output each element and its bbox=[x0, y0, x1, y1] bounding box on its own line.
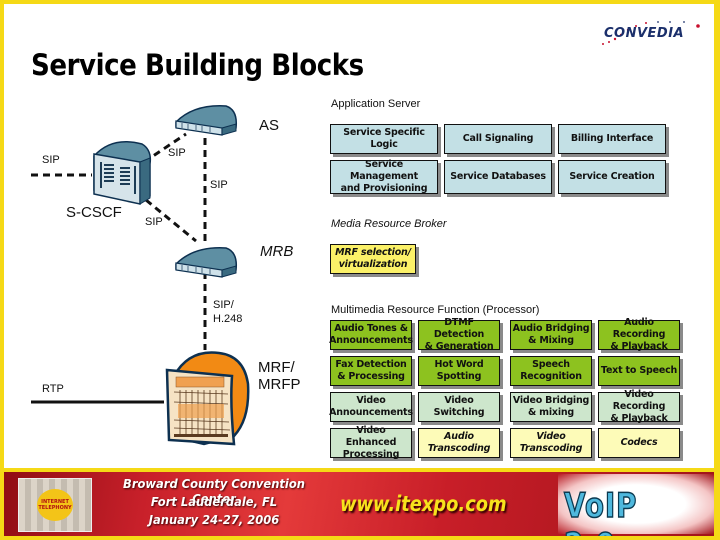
node-label-scscf: S-CSCF bbox=[66, 204, 122, 221]
mrf-box-text-to-speech: Text to Speech bbox=[598, 356, 680, 386]
mrf-box-audio-tones-announcements: Audio Tones & Announcements bbox=[329, 320, 413, 350]
link-label-rtp: RTP bbox=[42, 383, 64, 395]
link-label-sip-external: SIP bbox=[42, 154, 60, 166]
mrf-box-speech-recognition: Speech Recognition bbox=[510, 356, 592, 386]
mrf-box-audio-transcoding: Audio Transcoding bbox=[418, 428, 500, 458]
scscf-server-icon bbox=[93, 141, 152, 205]
mrf-box-video-recording-playback: Video Recording & Playback bbox=[598, 389, 680, 424]
mrb-heading: Media Resource Broker bbox=[331, 218, 447, 230]
mrf-box-audio-recording-playback: Audio Recording & Playback bbox=[598, 317, 680, 352]
mrf-box-dtmf-detection-generation: DTMF Detection & Generation bbox=[418, 317, 500, 352]
mrf-box-fax-detection-processing: Fax Detection & Processing bbox=[330, 356, 412, 386]
link-label-sip-as-mrb: SIP bbox=[210, 179, 228, 191]
event-banner: INTERNET TELEPHONY Broward County Conven… bbox=[4, 472, 714, 536]
convedia-logo: CONVEDIA bbox=[600, 18, 710, 48]
as-box-service-databases: Service Databases bbox=[444, 160, 552, 194]
mrf-heading: Multimedia Resource Function (Processor) bbox=[331, 304, 540, 316]
node-label-mrb: MRB bbox=[260, 243, 294, 260]
logo-text: CONVEDIA bbox=[604, 26, 685, 41]
link-label-sip-scscf-as: SIP bbox=[168, 147, 186, 159]
mrf-box-video-announcements: Video Announcements bbox=[329, 392, 413, 422]
as-box-service-creation: Service Creation bbox=[558, 160, 666, 194]
footer-city: Fort Lauderdale, FL bbox=[150, 494, 278, 509]
footer-dates: January 24-27, 2006 bbox=[148, 512, 280, 527]
node-label-mrf: MRF/ MRFP bbox=[258, 359, 301, 393]
as-box-service-specific-logic: Service Specific Logic bbox=[330, 124, 438, 154]
voip-logo: VoIP 2.0 bbox=[563, 485, 638, 536]
mrf-box-codecs: Codecs bbox=[598, 428, 680, 458]
mrb-router-icon bbox=[175, 247, 238, 278]
as-box-service-management: Service Management and Provisioning bbox=[330, 159, 438, 194]
node-label-as: AS bbox=[259, 117, 280, 134]
as-router-icon bbox=[175, 105, 238, 136]
application-server-heading: Application Server bbox=[331, 98, 421, 110]
footer-url-link[interactable]: www.itexpo.com bbox=[340, 492, 507, 516]
link-label-sip-scscf-mrb: SIP bbox=[145, 216, 163, 228]
mrf-media-server-icon bbox=[165, 351, 250, 446]
network-diagram bbox=[31, 105, 250, 446]
mrf-box-video-switching: Video Switching bbox=[418, 392, 500, 422]
link-label-sip-h248: SIP/ H.248 bbox=[213, 299, 243, 325]
mrb-box-selection: MRF selection/ virtualization bbox=[330, 244, 416, 274]
mrf-box-video-enhanced-processing: Video Enhanced Processing bbox=[330, 425, 412, 460]
mrf-box-video-transcoding: Video Transcoding bbox=[510, 428, 592, 458]
event-badge-image: INTERNET TELEPHONY bbox=[18, 478, 92, 532]
badge-text: INTERNET TELEPHONY bbox=[37, 489, 73, 521]
as-box-call-signaling: Call Signaling bbox=[444, 124, 552, 154]
slide: CONVEDIA Service Building Blocks AS S-CS… bbox=[4, 4, 714, 468]
as-box-billing-interface: Billing Interface bbox=[558, 124, 666, 154]
mrf-box-audio-bridging-mixing: Audio Bridging & Mixing bbox=[510, 320, 592, 350]
mrf-box-video-bridging-mixing: Video Bridging & mixing bbox=[510, 392, 592, 422]
mrf-box-hot-word-spotting: Hot Word Spotting bbox=[418, 356, 500, 386]
